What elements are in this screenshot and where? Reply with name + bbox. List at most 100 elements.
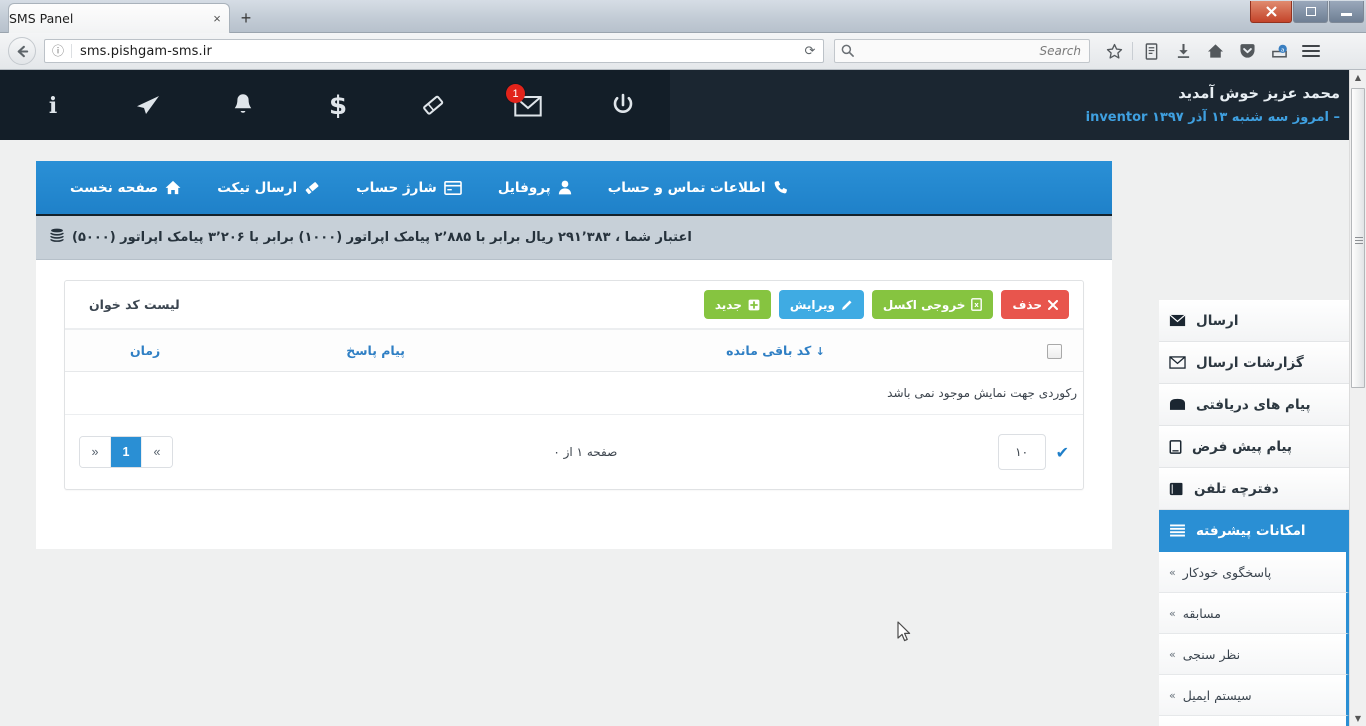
sidebar-subitem-membership-secretary[interactable]: منشی عضویت » — [1159, 716, 1349, 726]
button-label: جدید — [714, 297, 742, 312]
edit-pencil-icon — [841, 299, 853, 311]
delete-button[interactable]: حذف — [1001, 290, 1069, 319]
home-icon[interactable] — [1199, 37, 1231, 65]
nav-item-contact-info[interactable]: اطلاعات تماس و حساب — [590, 160, 806, 215]
nav-item-profile[interactable]: پروفایل — [480, 160, 590, 215]
date-text: – امروز سه شنبه ۱۳ آذر ۱۳۹۷ — [1151, 109, 1340, 125]
sidebar-subitem-label: نظر سنجی — [1182, 646, 1241, 662]
column-header-time[interactable]: زمان — [65, 329, 226, 372]
column-label: کد باقی مانده — [726, 343, 812, 358]
info-icon[interactable]: i — [5, 70, 100, 140]
new-tab-button[interactable]: + — [234, 6, 258, 30]
pagination-page-1[interactable]: 1 — [110, 437, 141, 467]
pagination-prev[interactable]: « — [80, 437, 110, 467]
dollar-icon[interactable]: $ — [290, 70, 385, 140]
column-label: پیام پاسخ — [346, 343, 405, 358]
nav-label: ارسال تیکت — [217, 179, 298, 196]
page-info: صفحه ۱ از ۰ — [553, 445, 618, 459]
sidebar-subitem-survey[interactable]: نظر سنجی » — [1159, 634, 1349, 675]
svg-text:i: i — [48, 93, 56, 118]
svg-text:a: a — [1280, 47, 1283, 53]
nav-label: پروفایل — [497, 179, 551, 196]
bookmark-star-icon[interactable] — [1098, 37, 1130, 65]
edit-button[interactable]: ویرایش — [778, 290, 864, 319]
sidebar-item-send[interactable]: ارسال — [1159, 300, 1349, 342]
svg-text:x: x — [975, 301, 980, 309]
site-info-icon[interactable]: ⓘ — [45, 44, 72, 58]
mail-solid-icon — [1169, 314, 1186, 327]
close-button[interactable] — [1250, 1, 1292, 23]
pagination: » 1 « — [79, 436, 173, 468]
back-button[interactable] — [8, 37, 36, 65]
sidebar-menu: ارسال گزارشات ارسال پیام های دریافتی پیا… — [1159, 300, 1349, 726]
paper-plane-icon[interactable] — [100, 70, 195, 140]
power-icon[interactable] — [575, 70, 670, 140]
scroll-up-arrow[interactable]: ▲ — [1351, 70, 1365, 85]
nav-item-home[interactable]: صفحه نخست — [52, 160, 199, 215]
sidebar-item-advanced-features[interactable]: امکانات پیشرفته — [1159, 510, 1349, 552]
browser-tab[interactable]: × SMS Panel — [8, 3, 230, 33]
select-all-header[interactable] — [1025, 329, 1083, 372]
select-all-checkbox[interactable] — [1046, 343, 1062, 359]
mail-icon[interactable]: 1 — [480, 70, 575, 140]
browser-toolbar: ⓘ sms.pishgam-sms.ir ⟳ Search a — [0, 33, 1366, 70]
per-page-group: ✔ ۱۰ — [997, 434, 1069, 470]
credit-bar: اعتبار شما ، ۲۹۱٬۳۸۳ ریال برابر با ۲٬۸۸۵… — [36, 216, 1112, 260]
note-icon — [1169, 439, 1182, 454]
plus-square-icon — [748, 299, 760, 311]
codereader-panel: حذف x خروجی اکسل ویرایش جدید لیست کد خوا… — [64, 280, 1084, 490]
chevron-double-left-icon: » — [1169, 606, 1176, 620]
account-icon[interactable]: a — [1263, 37, 1295, 65]
window-scrollbar[interactable]: ▲ ▼ — [1349, 70, 1366, 726]
sidebar-item-default-message[interactable]: پیام پیش فرض — [1159, 426, 1349, 468]
sidebar-item-received-messages[interactable]: پیام های دریافتی — [1159, 384, 1349, 426]
browser-tool-icons: a — [1098, 37, 1327, 65]
credit-text: اعتبار شما ، ۲۹۱٬۳۸۳ ریال برابر با ۲٬۸۸۵… — [72, 229, 692, 245]
per-page-select[interactable]: ۱۰ — [997, 434, 1046, 470]
maximize-button[interactable] — [1293, 1, 1328, 23]
button-label: ویرایش — [789, 297, 835, 312]
content-white-area: حذف x خروجی اکسل ویرایش جدید لیست کد خوا… — [36, 260, 1112, 549]
pagination-next[interactable]: » — [141, 437, 172, 467]
sidebar-subitem-contest[interactable]: مسابقه » — [1159, 593, 1349, 634]
scroll-down-arrow[interactable]: ▼ — [1351, 711, 1365, 726]
scrollbar-thumb[interactable] — [1351, 88, 1365, 388]
close-icon — [1265, 6, 1277, 17]
excel-file-icon: x — [971, 298, 983, 311]
column-header-remaining-code[interactable]: ↓ کد باقی مانده — [525, 329, 1025, 372]
sidebar-item-send-reports[interactable]: گزارشات ارسال — [1159, 342, 1349, 384]
pocket-icon[interactable] — [1231, 37, 1263, 65]
search-bar[interactable]: Search — [834, 39, 1090, 63]
sidebar-item-label: گزارشات ارسال — [1196, 354, 1304, 371]
menu-icon[interactable] — [1295, 37, 1327, 65]
excel-export-button[interactable]: x خروجی اکسل — [871, 290, 994, 319]
tab-close-icon[interactable]: × — [209, 11, 225, 27]
mouse-cursor — [897, 621, 911, 642]
ticket-icon — [304, 180, 320, 196]
bell-icon[interactable] — [195, 70, 290, 140]
url-text: sms.pishgam-sms.ir — [80, 43, 212, 59]
nav-label: اطلاعات تماس و حساب — [607, 179, 766, 196]
new-button[interactable]: جدید — [703, 290, 771, 319]
sidebar-item-phonebook[interactable]: دفترچه تلفن — [1159, 468, 1349, 510]
url-bar[interactable]: ⓘ sms.pishgam-sms.ir ⟳ — [44, 39, 824, 63]
nav-item-charge-account[interactable]: شارژ حساب — [338, 160, 480, 215]
ticket-icon[interactable] — [385, 70, 480, 140]
main-navbar: اطلاعات تماس و حساب پروفایل شارژ حساب ار… — [36, 161, 1112, 216]
search-input-placeholder[interactable]: Search — [859, 44, 1089, 58]
column-header-reply-message[interactable]: پیام پاسخ — [225, 329, 526, 372]
downloads-icon[interactable] — [1167, 37, 1199, 65]
window-controls — [1249, 1, 1364, 23]
check-icon[interactable]: ✔ — [1056, 443, 1069, 462]
sidebar-item-label: پیام پیش فرض — [1192, 438, 1293, 455]
minimize-button[interactable] — [1329, 1, 1364, 23]
library-icon[interactable] — [1135, 37, 1167, 65]
sidebar-subitem-label: مسابقه — [1182, 605, 1221, 621]
sidebar-subitem-email-system[interactable]: سیستم ایمیل » — [1159, 675, 1349, 716]
reload-icon[interactable]: ⟳ — [797, 44, 823, 59]
sidebar-item-label: پیام های دریافتی — [1196, 396, 1311, 413]
sidebar-subitem-auto-reply[interactable]: پاسخگوی خودکار » — [1159, 552, 1349, 593]
nav-item-send-ticket[interactable]: ارسال تیکت — [199, 160, 338, 215]
column-label: زمان — [129, 343, 161, 358]
search-icon — [835, 42, 859, 61]
